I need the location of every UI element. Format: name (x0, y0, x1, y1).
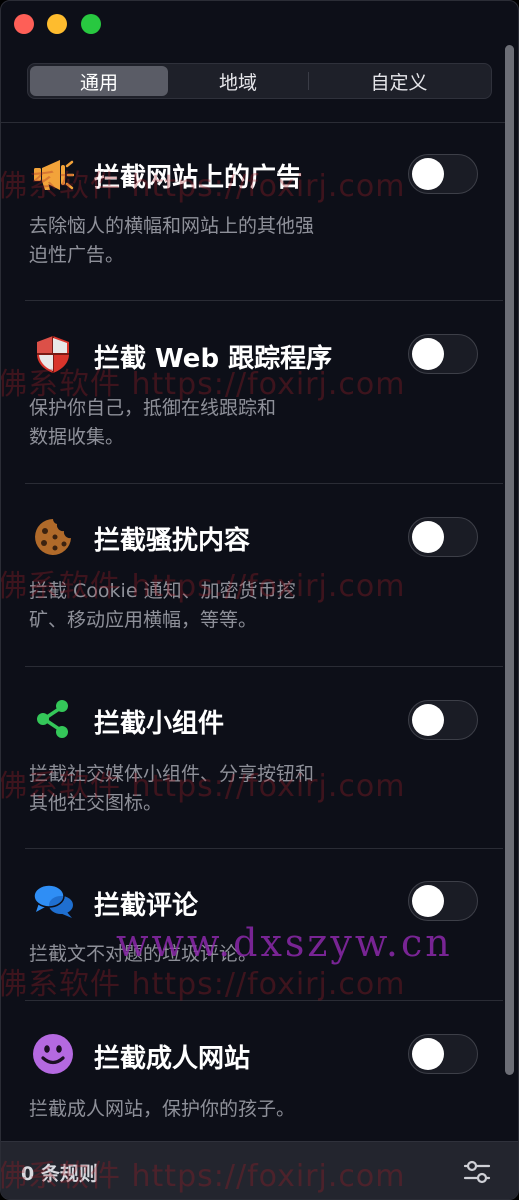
category-segmented-control: 通用 地域 自定义 (27, 63, 492, 99)
description-line: 数据收集。 (29, 426, 125, 448)
description-line: 拦截社交媒体小组件、分享按钮和 (29, 763, 315, 785)
filter-description: 保护你自己，抵御在线跟踪和 数据收集。 (29, 394, 399, 452)
toggle-block-ads[interactable] (408, 154, 478, 194)
toggle-knob (412, 885, 444, 917)
toggle-knob (412, 521, 444, 553)
toggle-block-annoyances[interactable] (408, 517, 478, 557)
footer-bar: 0 条规则 (1, 1141, 518, 1199)
smiley-icon (31, 1032, 75, 1076)
description-line: 矿、移动应用横幅，等等。 (29, 609, 258, 631)
zoom-window-button[interactable] (81, 14, 101, 34)
filter-item-annoyances: 拦截骚扰内容 拦截 Cookie 通知、加密货币挖 矿、移动应用横幅，等等。 (1, 484, 506, 666)
filter-item-ads: 拦截网站上的广告 去除恼人的横幅和网站上的其他强 迫性广告。 (1, 123, 506, 301)
filter-item-adult: 拦截成人网站 拦截成人网站，保护你的孩子。 (1, 1001, 506, 1141)
toggle-block-trackers[interactable] (408, 334, 478, 374)
filter-title: 拦截 Web 跟踪程序 (94, 344, 333, 374)
close-window-button[interactable] (14, 14, 34, 34)
toggle-block-comments[interactable] (408, 881, 478, 921)
titlebar (1, 1, 518, 47)
tab-custom[interactable]: 自定义 (309, 66, 489, 96)
toggle-block-adult[interactable] (408, 1034, 478, 1074)
shield-icon (31, 332, 75, 376)
description-line: 其他社交图标。 (29, 792, 163, 814)
sliders-icon[interactable] (461, 1156, 493, 1188)
toggle-block-widgets[interactable] (408, 700, 478, 740)
toggle-knob (412, 1038, 444, 1070)
filter-description: 拦截社交媒体小组件、分享按钮和 其他社交图标。 (29, 760, 399, 818)
filter-description: 拦截文不对题的垃圾评论。 (29, 940, 399, 969)
tab-regional[interactable]: 地域 (168, 66, 308, 96)
filter-title: 拦截骚扰内容 (94, 526, 251, 556)
vertical-scrollbar[interactable] (505, 45, 514, 1075)
filter-title: 拦截小组件 (94, 709, 225, 739)
filter-description: 去除恼人的横幅和网站上的其他强 迫性广告。 (29, 212, 399, 270)
rules-count: 0 条规则 (21, 1163, 98, 1185)
filter-description: 拦截成人网站，保护你的孩子。 (29, 1095, 399, 1124)
megaphone-icon (31, 153, 75, 197)
toggle-knob (412, 704, 444, 736)
cookie-icon (31, 515, 75, 559)
filter-item-widgets: 拦截小组件 拦截社交媒体小组件、分享按钮和 其他社交图标。 (1, 667, 506, 849)
minimize-window-button[interactable] (47, 14, 67, 34)
description-line: 拦截文不对题的垃圾评论。 (29, 943, 258, 965)
app-window: 通用 地域 自定义 拦截网站上的广告 去除恼人的横幅和网站上的其他强 迫性广告。 (0, 0, 519, 1200)
description-line: 拦截 Cookie 通知、加密货币挖 (29, 580, 296, 602)
description-line: 保护你自己，抵御在线跟踪和 (29, 397, 277, 419)
chat-bubbles-icon (31, 879, 75, 923)
filter-title: 拦截网站上的广告 (94, 163, 303, 193)
description-line: 去除恼人的横幅和网站上的其他强 (29, 215, 315, 237)
toggle-knob (412, 158, 444, 190)
filter-title: 拦截成人网站 (94, 1044, 251, 1074)
filter-description: 拦截 Cookie 通知、加密货币挖 矿、移动应用横幅，等等。 (29, 577, 399, 635)
filter-item-comments: 拦截评论 拦截文不对题的垃圾评论。 (1, 849, 506, 1001)
description-line: 迫性广告。 (29, 244, 125, 266)
toggle-knob (412, 338, 444, 370)
share-icon (31, 697, 75, 741)
description-line: 拦截成人网站，保护你的孩子。 (29, 1098, 296, 1120)
tab-general[interactable]: 通用 (30, 66, 168, 96)
filter-item-trackers: 拦截 Web 跟踪程序 保护你自己，抵御在线跟踪和 数据收集。 (1, 301, 506, 483)
filter-title: 拦截评论 (94, 891, 199, 921)
